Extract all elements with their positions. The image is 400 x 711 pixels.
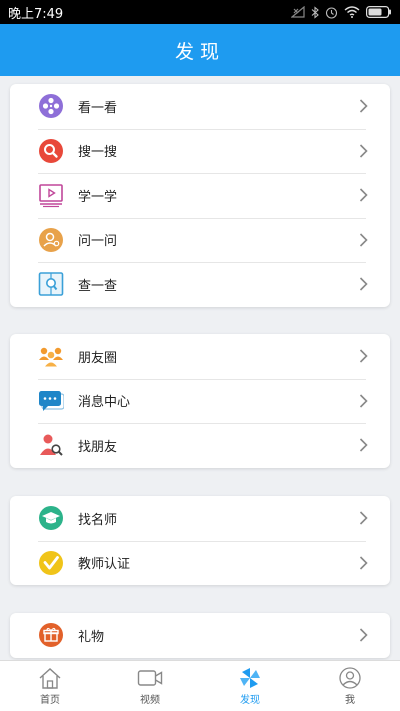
menu-item-liwu[interactable]: 礼物 (10, 613, 390, 658)
gift-icon (38, 622, 64, 648)
group-icon (38, 343, 64, 369)
menu-item-label: 看一看 (78, 100, 118, 116)
section-card-browse: 看一看 搜一搜 学一学 问一问 查一查 (10, 84, 390, 307)
tab-discover[interactable]: 发现 (200, 661, 300, 711)
chevron-right-icon (359, 394, 368, 408)
chevron-right-icon (359, 349, 368, 363)
discover-content[interactable]: 看一看 搜一搜 学一学 问一问 查一查 朋友圈 消息中心 找朋友 找名师 教师认… (0, 76, 400, 660)
graduation-cap-icon (38, 505, 64, 531)
menu-item-xiaoxizhongxin[interactable]: 消息中心 (10, 378, 390, 424)
app-header: 发现 (0, 24, 400, 76)
menu-item-label: 礼物 (78, 629, 105, 645)
chevron-right-icon (359, 233, 368, 247)
alarm-icon (325, 6, 338, 19)
tab-video[interactable]: 视频 (100, 661, 200, 711)
chevron-right-icon (359, 144, 368, 158)
wifi-icon (344, 6, 360, 18)
status-bar: 晚上7:49 (0, 0, 400, 24)
chevron-right-icon (359, 556, 368, 570)
menu-item-chayicha[interactable]: 查一查 (10, 262, 390, 307)
menu-item-jiaoshirenzheng[interactable]: 教师认证 (10, 540, 390, 586)
menu-item-zhaomingshi[interactable]: 找名师 (10, 496, 390, 541)
menu-item-zhaopengyou[interactable]: 找朋友 (10, 423, 390, 468)
tab-home[interactable]: 首页 (0, 661, 100, 711)
signal-off-icon (291, 6, 305, 18)
tab-label: 我 (345, 695, 355, 706)
menu-item-label: 搜一搜 (78, 145, 118, 161)
menu-item-label: 教师认证 (78, 557, 131, 573)
bluetooth-icon (311, 5, 319, 19)
menu-item-label: 学一学 (78, 189, 118, 205)
check-badge-icon (38, 550, 64, 576)
status-time: 晚上7:49 (8, 6, 64, 22)
menu-item-kanyikan[interactable]: 看一看 (10, 84, 390, 129)
menu-item-label: 问一问 (78, 234, 118, 250)
bottom-tab-bar: 首页 视频 发现 我 (0, 660, 400, 711)
chevron-right-icon (359, 188, 368, 202)
user-question-icon (38, 227, 64, 253)
chevron-right-icon (359, 99, 368, 113)
tab-label: 首页 (40, 695, 60, 706)
book-search-icon (38, 271, 64, 297)
tab-label: 视频 (140, 695, 160, 706)
find-friend-icon (38, 432, 64, 458)
section-card-gifts: 礼物 (10, 613, 390, 658)
battery-icon (366, 6, 391, 18)
chevron-right-icon (359, 277, 368, 291)
menu-item-label: 查一查 (78, 278, 118, 294)
video-camera-icon (137, 670, 163, 686)
tab-me[interactable]: 我 (300, 661, 400, 711)
film-reel-icon (38, 93, 64, 119)
menu-item-label: 找朋友 (78, 439, 118, 455)
menu-item-wenyiwen[interactable]: 问一问 (10, 217, 390, 263)
home-icon (39, 668, 61, 689)
menu-item-souyisou[interactable]: 搜一搜 (10, 128, 390, 174)
menu-item-label: 消息中心 (78, 395, 131, 411)
video-lesson-icon (38, 182, 64, 208)
profile-icon (339, 667, 361, 689)
pinwheel-icon (240, 668, 260, 688)
menu-item-xueyixue[interactable]: 学一学 (10, 173, 390, 218)
menu-item-label: 朋友圈 (78, 350, 118, 366)
section-card-teachers: 找名师 教师认证 (10, 496, 390, 585)
menu-item-pengyouquan[interactable]: 朋友圈 (10, 334, 390, 379)
menu-item-label: 找名师 (78, 512, 118, 528)
status-indicators (291, 5, 392, 19)
page-title: 发现 (174, 40, 225, 63)
section-card-social: 朋友圈 消息中心 找朋友 (10, 334, 390, 468)
search-icon (38, 138, 64, 164)
chevron-right-icon (359, 628, 368, 642)
chat-bubble-icon (38, 388, 64, 414)
chevron-right-icon (359, 511, 368, 525)
chevron-right-icon (359, 438, 368, 452)
tab-label: 发现 (240, 695, 260, 706)
